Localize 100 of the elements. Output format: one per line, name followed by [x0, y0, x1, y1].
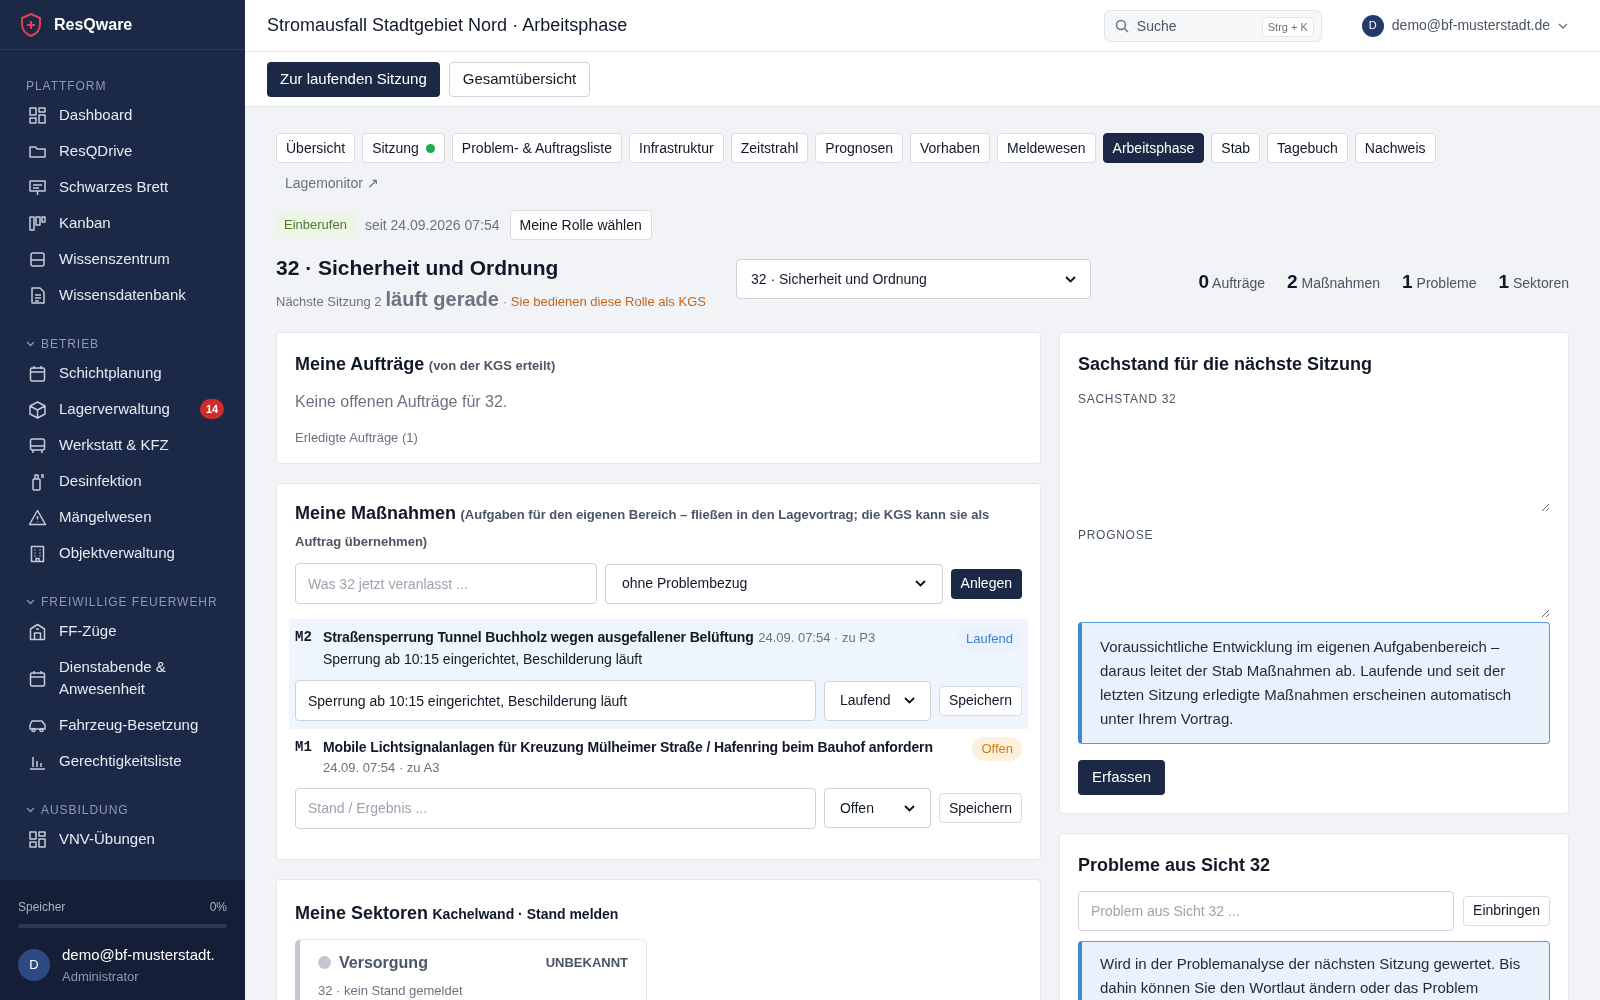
- sidebar-item[interactable]: Dienstabende & Anwesenheit: [0, 649, 245, 707]
- chevron-down-icon: [903, 697, 915, 704]
- count-badge: 14: [199, 399, 225, 419]
- calendar-icon: [28, 668, 47, 688]
- measure-row[interactable]: [289, 619, 1028, 729]
- chevron-down-icon: [26, 599, 35, 605]
- tab[interactable]: Problem- & Auftragsliste: [451, 133, 622, 163]
- tab[interactable]: Stab: [1211, 133, 1261, 163]
- chevron-down-icon: [914, 580, 926, 587]
- grid-icon: [28, 829, 47, 849]
- sidebar-item[interactable]: Fahrzeug-Besetzung: [0, 707, 245, 743]
- status-badge: Offen: [972, 737, 1022, 761]
- tab[interactable]: Übersicht: [276, 133, 356, 163]
- card-title: Meine Aufträge (von der KGS erteilt): [295, 352, 557, 376]
- field-label: SACHSTAND 32: [1078, 390, 1178, 408]
- save-button[interactable]: Speichern: [938, 793, 1022, 823]
- stat-count: 0 Aufträge: [1198, 270, 1266, 294]
- info-box: Wird in der Problemanalyse der nächsten Sitzung gewertet. Bis dahin können Sie den Wortlaut ändern oder das Problem: [1078, 940, 1550, 1000]
- status-select[interactable]: Offen: [823, 788, 931, 828]
- submit-button[interactable]: Einbringen: [1463, 895, 1550, 926]
- progress-input[interactable]: Stand / Ergebnis ...: [295, 787, 816, 829]
- chevron-down-icon: [26, 341, 35, 347]
- sector-meta: 32 · kein Stand gemeldet: [318, 981, 464, 1000]
- external-link[interactable]: Lagemonitor ↗: [276, 169, 388, 198]
- next-session-label: Nächste Sitzung 2: [276, 292, 382, 311]
- status-badge: Einberufen: [276, 212, 355, 238]
- section-header[interactable]: FREIWILLIGE FEUERWEHR: [0, 593, 245, 611]
- columns-icon: [28, 213, 47, 233]
- search-icon: [1114, 18, 1129, 33]
- card-title: Probleme aus Sicht 32: [1078, 853, 1272, 877]
- tab[interactable]: Vorhaben: [910, 133, 990, 163]
- warning-icon: [28, 507, 47, 527]
- grid-icon: [28, 105, 47, 125]
- problem-select[interactable]: ohne Problembezug: [605, 563, 943, 604]
- tab[interactable]: Tagebuch: [1267, 133, 1348, 163]
- cube-icon: [28, 399, 47, 419]
- problem-input[interactable]: Problem aus Sicht 32 ...: [1078, 890, 1455, 931]
- measure-input[interactable]: Was 32 jetzt veranlasst ...: [295, 563, 597, 604]
- tab[interactable]: Zeitstrahl: [730, 133, 809, 163]
- user-role: Administrator: [62, 967, 140, 986]
- sidebar-item[interactable]: Mängelwesen: [0, 499, 245, 535]
- status-select[interactable]: Laufend: [823, 680, 931, 721]
- sidebar-item[interactable]: Wissensdatenbank: [0, 277, 245, 313]
- user-avatar[interactable]: D: [18, 949, 50, 981]
- shield-logo-icon: [20, 12, 42, 37]
- stat-count: 1 Sektoren: [1498, 270, 1569, 294]
- chevron-down-icon: [26, 807, 35, 813]
- building-icon: [28, 543, 47, 563]
- sidebar-item[interactable]: VNV-Übungen: [0, 821, 245, 857]
- info-box: Voraussichtliche Entwicklung im eigenen Aufgabenbereich – daraus leitet der Stab Maßnahmen ab. Laufende und seit der letzten Sitzung erledigte Maßnahmen erscheinen automatisch unter Ihrem Vortrag.: [1078, 621, 1550, 744]
- document-icon: [28, 285, 47, 305]
- create-button[interactable]: Anlegen: [950, 568, 1022, 599]
- field-label: PROGNOSE: [1078, 526, 1155, 544]
- tab[interactable]: Nachweis: [1354, 133, 1436, 163]
- role-title: 32 · Sicherheit und Ordnung: [276, 255, 560, 281]
- sector-status: UNBEKANNT: [545, 953, 628, 972]
- measure-note: Sperrung ab 10:15 eingerichtet, Beschilderung läuft: [323, 650, 644, 669]
- calendar-icon: [28, 363, 47, 383]
- section-header[interactable]: BETRIEB: [0, 335, 245, 353]
- tab[interactable]: Arbeitsphase: [1102, 133, 1205, 163]
- tab[interactable]: Meldewesen: [996, 133, 1096, 163]
- user-email: demo@bf-musterstadt.: [62, 945, 215, 965]
- measure-title: Straßensperrung Tunnel Buchholz wegen ausgefallener Belüftung: [323, 629, 754, 645]
- sidebar-item[interactable]: ResQDrive: [0, 133, 245, 169]
- stat-count: 1 Probleme: [1402, 270, 1477, 294]
- chevron-down-icon: [1558, 22, 1568, 29]
- measure-code: M2: [295, 628, 313, 647]
- sidebar-item[interactable]: Lagerverwaltung 14: [0, 391, 245, 427]
- app-logo: ResQware: [54, 14, 133, 35]
- tab[interactable]: Prognosen: [815, 133, 903, 163]
- sidebar-item[interactable]: Kanban: [0, 205, 245, 241]
- sidebar-item[interactable]: Desinfektion: [0, 463, 245, 499]
- status-badge: Laufend: [957, 627, 1022, 651]
- capture-button[interactable]: Erfassen: [1078, 759, 1166, 795]
- sidebar-item[interactable]: FF-Züge: [0, 613, 245, 649]
- sidebar-item[interactable]: Werkstatt & KFZ: [0, 427, 245, 463]
- storage-value: 0%: [209, 899, 227, 916]
- presentation-board-icon: [28, 177, 47, 197]
- sidebar-item[interactable]: Schichtplanung: [0, 355, 245, 391]
- user-menu[interactable]: D demo@bf-musterstadt.de: [1361, 14, 1578, 37]
- tab[interactable]: Sitzung: [362, 133, 445, 163]
- overview-button[interactable]: Gesamtübersicht: [448, 61, 591, 97]
- save-button[interactable]: Speichern: [938, 685, 1022, 716]
- current-session-button[interactable]: Zur laufenden Sitzung: [267, 61, 440, 97]
- live-indicator-icon: [425, 143, 435, 153]
- bus-icon: [28, 435, 47, 455]
- chevron-down-icon: [1065, 275, 1076, 283]
- progress-input[interactable]: Sperrung ab 10:15 eingerichtet, Beschilderung läuft: [295, 680, 816, 721]
- sidebar-item[interactable]: Wissenszentrum: [0, 241, 245, 277]
- section-header[interactable]: AUSBILDUNG: [0, 801, 245, 819]
- sidebar-item[interactable]: Gerechtigkeitsliste: [0, 743, 245, 779]
- completed-orders-link[interactable]: Erledigte Aufträge (1): [295, 427, 418, 447]
- sidebar-item[interactable]: Objektverwaltung: [0, 535, 245, 571]
- role-select[interactable]: 32 · Sicherheit und Ordnung: [736, 259, 1091, 299]
- chevron-down-icon: [903, 804, 915, 812]
- sidebar-item[interactable]: Dashboard: [0, 97, 245, 133]
- sidebar-item[interactable]: Schwarzes Brett: [0, 169, 245, 205]
- tab[interactable]: Infrastruktur: [629, 133, 724, 163]
- sector-tile[interactable]: Versorgung UNBEKANNT 32 · kein Stand gemeldet: [295, 938, 647, 1000]
- choose-role-button[interactable]: Meine Rolle wählen: [509, 210, 652, 240]
